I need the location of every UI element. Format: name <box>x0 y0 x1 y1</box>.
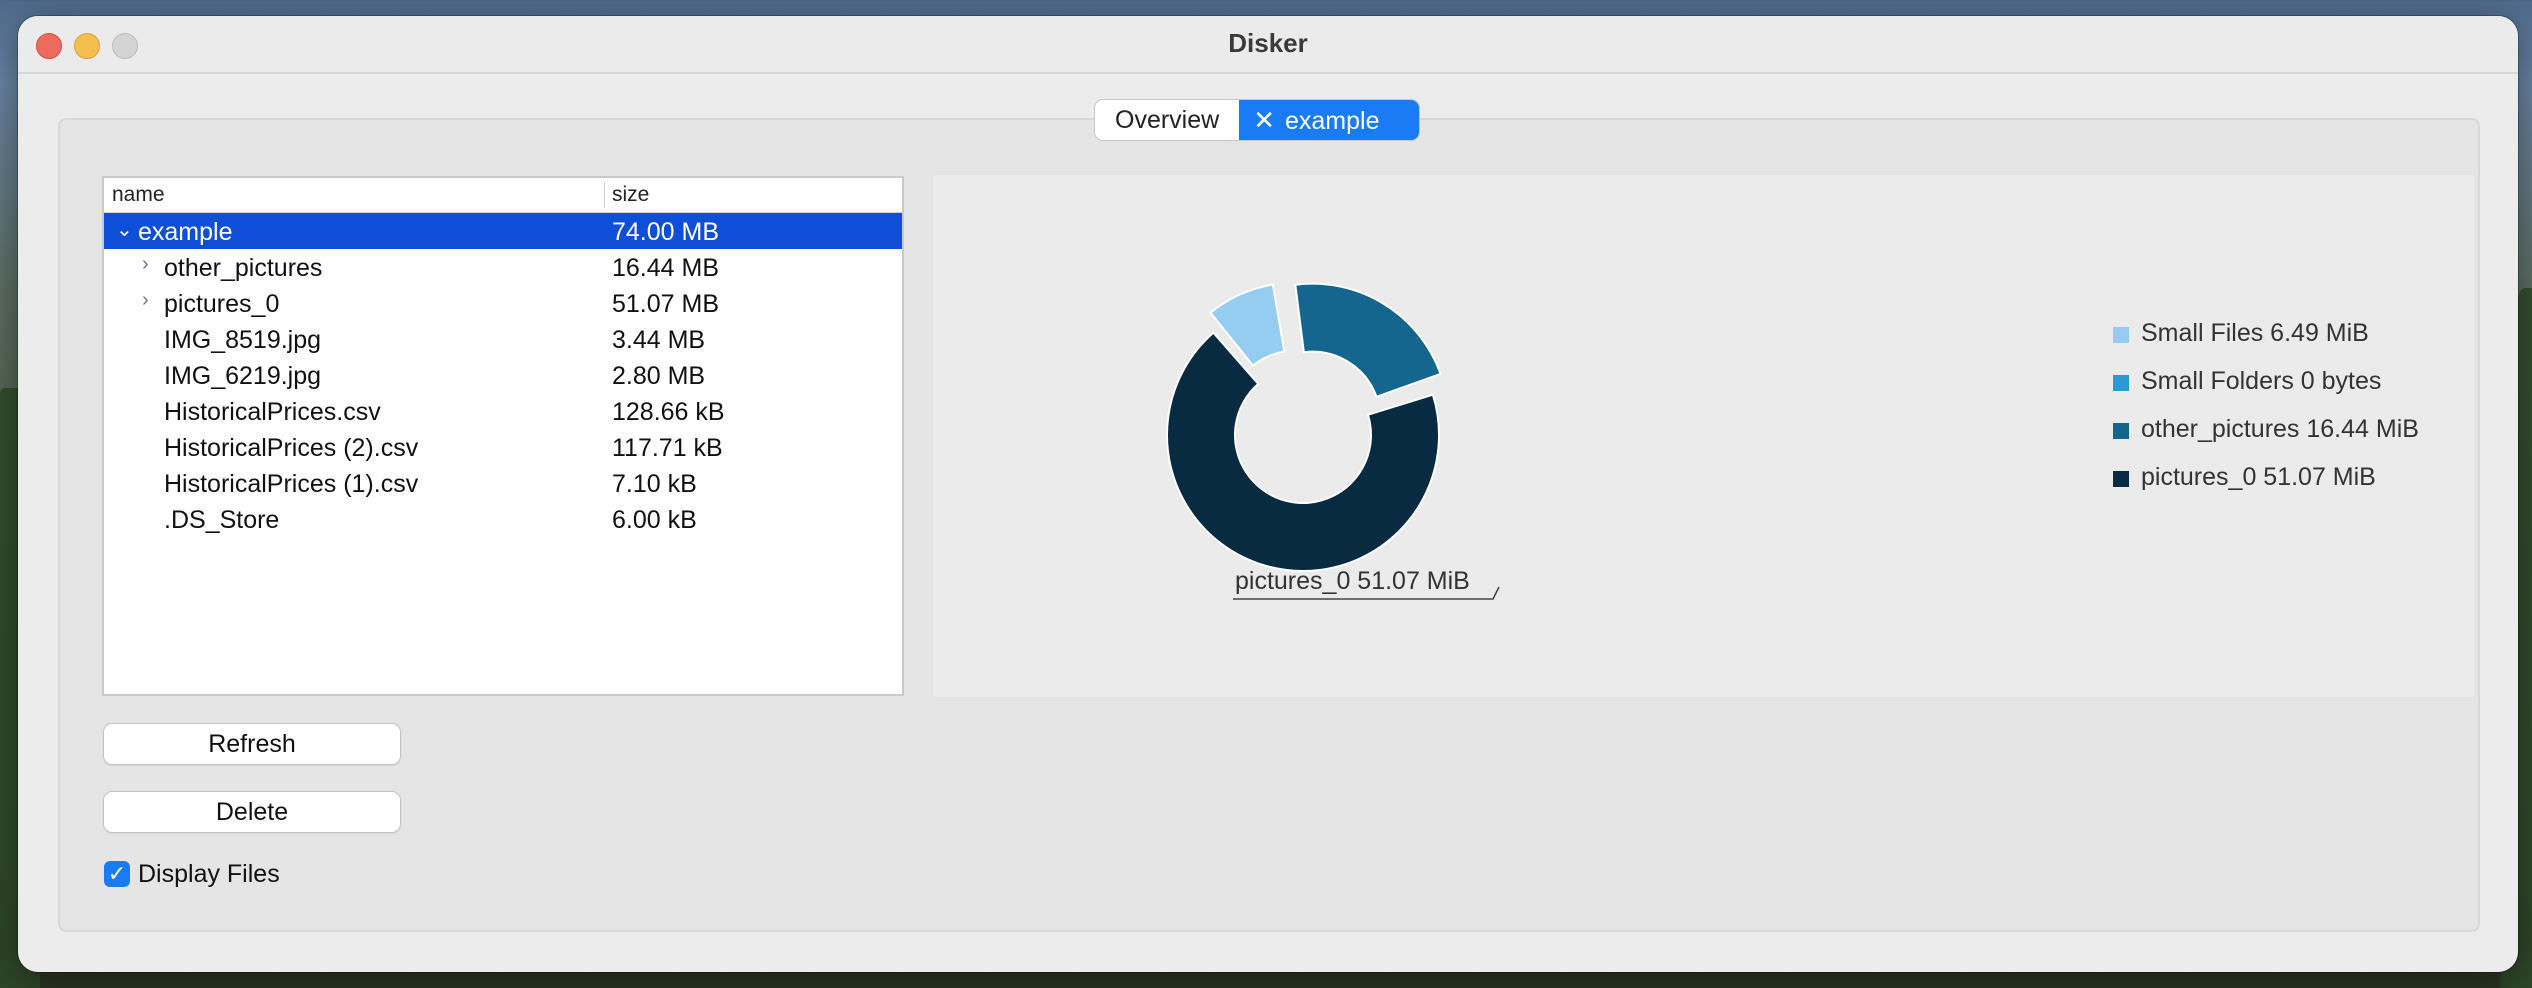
tree-row-name: pictures_0 <box>164 290 280 318</box>
legend-swatch <box>2113 375 2129 391</box>
chart-area: pictures_0 51.07 MiB Small Files 6.49 Mi… <box>932 174 2476 698</box>
tree-row-name: HistoricalPrices (2).csv <box>164 434 419 462</box>
chart-callout-label: pictures_0 51.07 MiB <box>1235 567 1470 595</box>
tree-row-size: 3.44 MB <box>612 326 706 354</box>
app-window: Disker Overview ✕ example name size ⌄ exam… <box>18 16 2518 972</box>
tree-row-size: 7.10 kB <box>612 470 697 498</box>
tree-row-name: HistoricalPrices.csv <box>164 398 381 426</box>
chevron-right-icon[interactable]: › <box>142 289 149 312</box>
tree-rows: ⌄ example 74.00 MB › other_pictures 16.44 MB ›… <box>104 213 902 537</box>
tree-row[interactable]: HistoricalPrices (1).csv 7.10 kB <box>104 465 902 501</box>
tree-row[interactable]: ⌄ example 74.00 MB <box>104 213 902 249</box>
legend-swatch <box>2113 327 2129 343</box>
tree-row-size: 128.66 kB <box>612 398 725 426</box>
chevron-down-icon[interactable]: ⌄ <box>116 217 133 242</box>
tree-row[interactable]: HistoricalPrices.csv 128.66 kB <box>104 393 902 429</box>
close-icon[interactable]: ✕ <box>1253 100 1275 140</box>
tree-row-name: IMG_6219.jpg <box>164 362 322 390</box>
tree-row[interactable]: HistoricalPrices (2).csv 117.71 kB <box>104 429 902 465</box>
tab-overview[interactable]: Overview <box>1095 100 1240 140</box>
tree-row[interactable]: › other_pictures 16.44 MB <box>104 249 902 285</box>
tree-row[interactable]: › pictures_0 51.07 MB <box>104 285 902 321</box>
tree-row-size: 51.07 MB <box>612 290 720 318</box>
tree-row-name: example <box>138 218 233 246</box>
tree-row[interactable]: IMG_8519.jpg 3.44 MB <box>104 321 902 357</box>
window-title: Disker <box>1228 28 1308 58</box>
column-divider[interactable] <box>604 182 605 208</box>
checkmark-icon: ✓ <box>107 861 127 886</box>
chevron-right-icon[interactable]: › <box>142 253 149 276</box>
tree-row-name: .DS_Store <box>164 506 280 534</box>
legend-label: pictures_0 51.07 MiB <box>2141 463 2376 491</box>
tree-row-size: 16.44 MB <box>612 254 720 282</box>
legend-swatch <box>2113 423 2129 439</box>
tree-row[interactable]: IMG_6219.jpg 2.80 MB <box>104 357 902 393</box>
legend-swatch <box>2113 471 2129 487</box>
donut-slice-other-pictures[interactable] <box>1294 282 1442 399</box>
tab-example-label: example <box>1284 107 1380 135</box>
legend-label: other_pictures 16.44 MiB <box>2141 415 2419 443</box>
tree-row-size: 2.80 MB <box>612 362 706 390</box>
title-bar[interactable]: Disker <box>18 16 2518 74</box>
tree-row-name: HistoricalPrices (1).csv <box>164 470 419 498</box>
tree-row-size: 117.71 kB <box>612 434 723 462</box>
refresh-button[interactable]: Refresh <box>104 724 400 764</box>
tree-row-name: other_pictures <box>164 254 323 282</box>
tab-overview-label: Overview <box>1115 106 1220 134</box>
tab-bar: Overview ✕ example <box>1095 100 1420 140</box>
delete-button[interactable]: Delete <box>104 792 400 832</box>
column-header-name[interactable]: name <box>112 183 165 207</box>
tab-example[interactable]: ✕ example <box>1239 100 1420 140</box>
legend-label: Small Files 6.49 MiB <box>2141 319 2369 347</box>
tree-row-name: IMG_8519.jpg <box>164 326 322 354</box>
display-files-label: Display Files <box>138 859 280 888</box>
tree-row[interactable]: .DS_Store 6.00 kB <box>104 501 902 537</box>
display-files-checkbox[interactable]: ✓ <box>104 861 130 887</box>
display-files-option[interactable]: ✓ Display Files <box>104 858 280 890</box>
tree-row-size: 6.00 kB <box>612 506 697 534</box>
legend-label: Small Folders 0 bytes <box>2141 367 2382 395</box>
tree-header: name size <box>104 178 902 213</box>
column-header-size[interactable]: size <box>612 183 649 207</box>
tree-row-size: 74.00 MB <box>612 218 720 246</box>
file-tree[interactable]: name size ⌄ example 74.00 MB › other_picture… <box>102 176 904 696</box>
